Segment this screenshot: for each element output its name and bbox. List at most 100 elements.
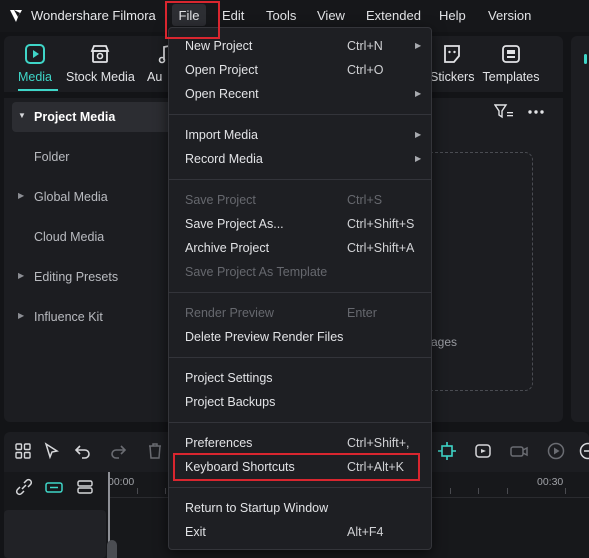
menu-item-delete-render-files[interactable]: Delete Preview Render Files <box>169 326 431 348</box>
menu-edit[interactable]: Edit <box>222 8 244 23</box>
delete-icon[interactable] <box>145 441 165 461</box>
auto-ripple-icon[interactable] <box>44 477 64 497</box>
track-header[interactable] <box>4 510 106 558</box>
submenu-arrow-icon: ▶ <box>415 130 422 139</box>
sidebar-item-folder[interactable]: Folder <box>12 142 182 172</box>
expand-arrow-icon[interactable]: ▶ <box>18 271 24 280</box>
menu-separator <box>169 487 431 488</box>
sidebar-item-influence-kit[interactable]: ▶ Influence Kit <box>12 302 182 332</box>
tool-stock-media[interactable]: Stock Media <box>66 42 135 84</box>
menu-item-shortcut: Enter <box>347 306 377 320</box>
more-options-icon[interactable] <box>527 104 545 120</box>
menu-item-render-preview[interactable]: Render Preview Enter <box>169 302 431 324</box>
menu-item-shortcut: Ctrl+O <box>347 63 384 77</box>
menu-item-label: Open Recent <box>185 87 259 101</box>
time-label-end: 00:30 <box>537 476 564 488</box>
dropzone-text: ages <box>431 335 458 349</box>
submenu-arrow-icon: ▶ <box>415 154 422 163</box>
menu-item-new-project[interactable]: New Project Ctrl+N ▶ <box>169 35 431 57</box>
menu-item-save-project-as[interactable]: Save Project As... Ctrl+Shift+S <box>169 213 431 235</box>
ruler-tick <box>165 488 166 494</box>
filmora-logo-icon <box>10 10 22 22</box>
tool-templates-label: Templates <box>482 70 540 84</box>
menu-item-save-as-template[interactable]: Save Project As Template <box>169 261 431 283</box>
menu-extended[interactable]: Extended <box>366 8 421 23</box>
zoom-out-icon[interactable] <box>578 441 589 461</box>
speech-to-text-icon[interactable] <box>473 441 493 461</box>
ai-feature-icon[interactable] <box>437 441 457 461</box>
expand-arrow-icon[interactable]: ▼ <box>18 111 26 120</box>
menu-view[interactable]: View <box>317 8 345 23</box>
menu-item-record-media[interactable]: Record Media ▶ <box>169 148 431 170</box>
sidebar-item-label: Cloud Media <box>34 230 105 244</box>
audio-icon <box>158 45 169 64</box>
preview-panel-marker <box>584 54 587 64</box>
menu-item-shortcut: Alt+F4 <box>347 525 384 539</box>
tool-stickers[interactable]: Stickers <box>430 42 474 84</box>
expand-arrow-icon[interactable]: ▶ <box>18 311 24 320</box>
menu-item-open-recent[interactable]: Open Recent ▶ <box>169 83 431 105</box>
menu-item-label: Record Media <box>185 152 263 166</box>
menu-item-save-project[interactable]: Save Project Ctrl+S <box>169 189 431 211</box>
menu-tools[interactable]: Tools <box>266 8 296 23</box>
menu-separator <box>169 114 431 115</box>
tool-stock-media-label: Stock Media <box>66 70 135 84</box>
menu-separator <box>169 292 431 293</box>
select-cursor-icon[interactable] <box>42 441 62 461</box>
menu-version[interactable]: Version <box>488 8 531 23</box>
menu-item-label: Save Project <box>185 193 256 207</box>
menu-file[interactable]: File <box>172 4 206 26</box>
stock-media-icon <box>90 45 110 63</box>
menu-item-archive-project[interactable]: Archive Project Ctrl+Shift+A <box>169 237 431 259</box>
camera-record-icon[interactable] <box>509 441 529 461</box>
menu-item-project-settings[interactable]: Project Settings <box>169 367 431 389</box>
timeline-scroll-handle[interactable] <box>107 540 117 558</box>
menu-item-label: Preferences <box>185 436 253 450</box>
menu-item-preferences[interactable]: Preferences Ctrl+Shift+, <box>169 432 431 454</box>
expand-arrow-icon[interactable]: ▶ <box>18 191 24 200</box>
menu-item-exit[interactable]: Exit Alt+F4 <box>169 521 431 543</box>
app-title: Wondershare Filmora <box>31 8 156 23</box>
tool-stickers-label: Stickers <box>430 70 475 84</box>
menu-separator <box>169 422 431 423</box>
preview-panel-edge <box>571 36 589 422</box>
link-icon[interactable] <box>14 477 34 497</box>
sidebar-item-global-media[interactable]: ▶ Global Media <box>12 182 182 212</box>
redo-icon[interactable] <box>108 441 128 461</box>
sidebar-item-project-media[interactable]: ▼ Project Media <box>12 102 182 132</box>
menu-item-label: Keyboard Shortcuts <box>185 460 295 474</box>
menu-item-label: Open Project <box>185 63 258 77</box>
track-manager-icon[interactable] <box>75 477 95 497</box>
menu-item-shortcut: Ctrl+Shift+, <box>347 436 410 450</box>
sidebar-item-label: Editing Presets <box>34 270 119 284</box>
menu-item-label: Save Project As Template <box>185 265 328 279</box>
tool-templates[interactable]: Templates <box>482 42 540 84</box>
filter-sort-icon[interactable] <box>494 104 514 120</box>
menu-item-shortcut: Ctrl+Shift+S <box>347 217 415 231</box>
menu-item-label: Render Preview <box>185 306 274 320</box>
menu-item-label: Save Project As... <box>185 217 284 231</box>
menu-item-label: Exit <box>185 525 206 539</box>
sidebar-item-editing-presets[interactable]: ▶ Editing Presets <box>12 262 182 292</box>
menu-separator <box>169 179 431 180</box>
menu-item-import-media[interactable]: Import Media ▶ <box>169 124 431 146</box>
tool-audio[interactable]: Au <box>147 42 169 84</box>
menu-item-label: Delete Preview Render Files <box>185 330 344 344</box>
menu-item-label: New Project <box>185 39 253 53</box>
templates-icon <box>502 45 520 63</box>
menu-item-keyboard-shortcuts[interactable]: Keyboard Shortcuts Ctrl+Alt+K <box>169 456 431 478</box>
layout-grid-icon[interactable] <box>13 441 33 461</box>
ruler-tick <box>478 488 479 494</box>
sidebar-item-cloud-media[interactable]: Cloud Media <box>12 222 182 252</box>
sidebar-item-label: Global Media <box>34 190 108 204</box>
menu-item-open-project[interactable]: Open Project Ctrl+O <box>169 59 431 81</box>
undo-icon[interactable] <box>73 441 93 461</box>
tool-audio-label: Au <box>147 70 163 84</box>
ruler-tick <box>507 488 508 494</box>
menu-item-return-startup[interactable]: Return to Startup Window <box>169 497 431 519</box>
tool-media[interactable]: Media <box>14 42 56 84</box>
active-tab-indicator <box>18 89 58 91</box>
menu-item-project-backups[interactable]: Project Backups <box>169 391 431 413</box>
menu-help[interactable]: Help <box>439 8 466 23</box>
play-preview-icon[interactable] <box>546 441 566 461</box>
